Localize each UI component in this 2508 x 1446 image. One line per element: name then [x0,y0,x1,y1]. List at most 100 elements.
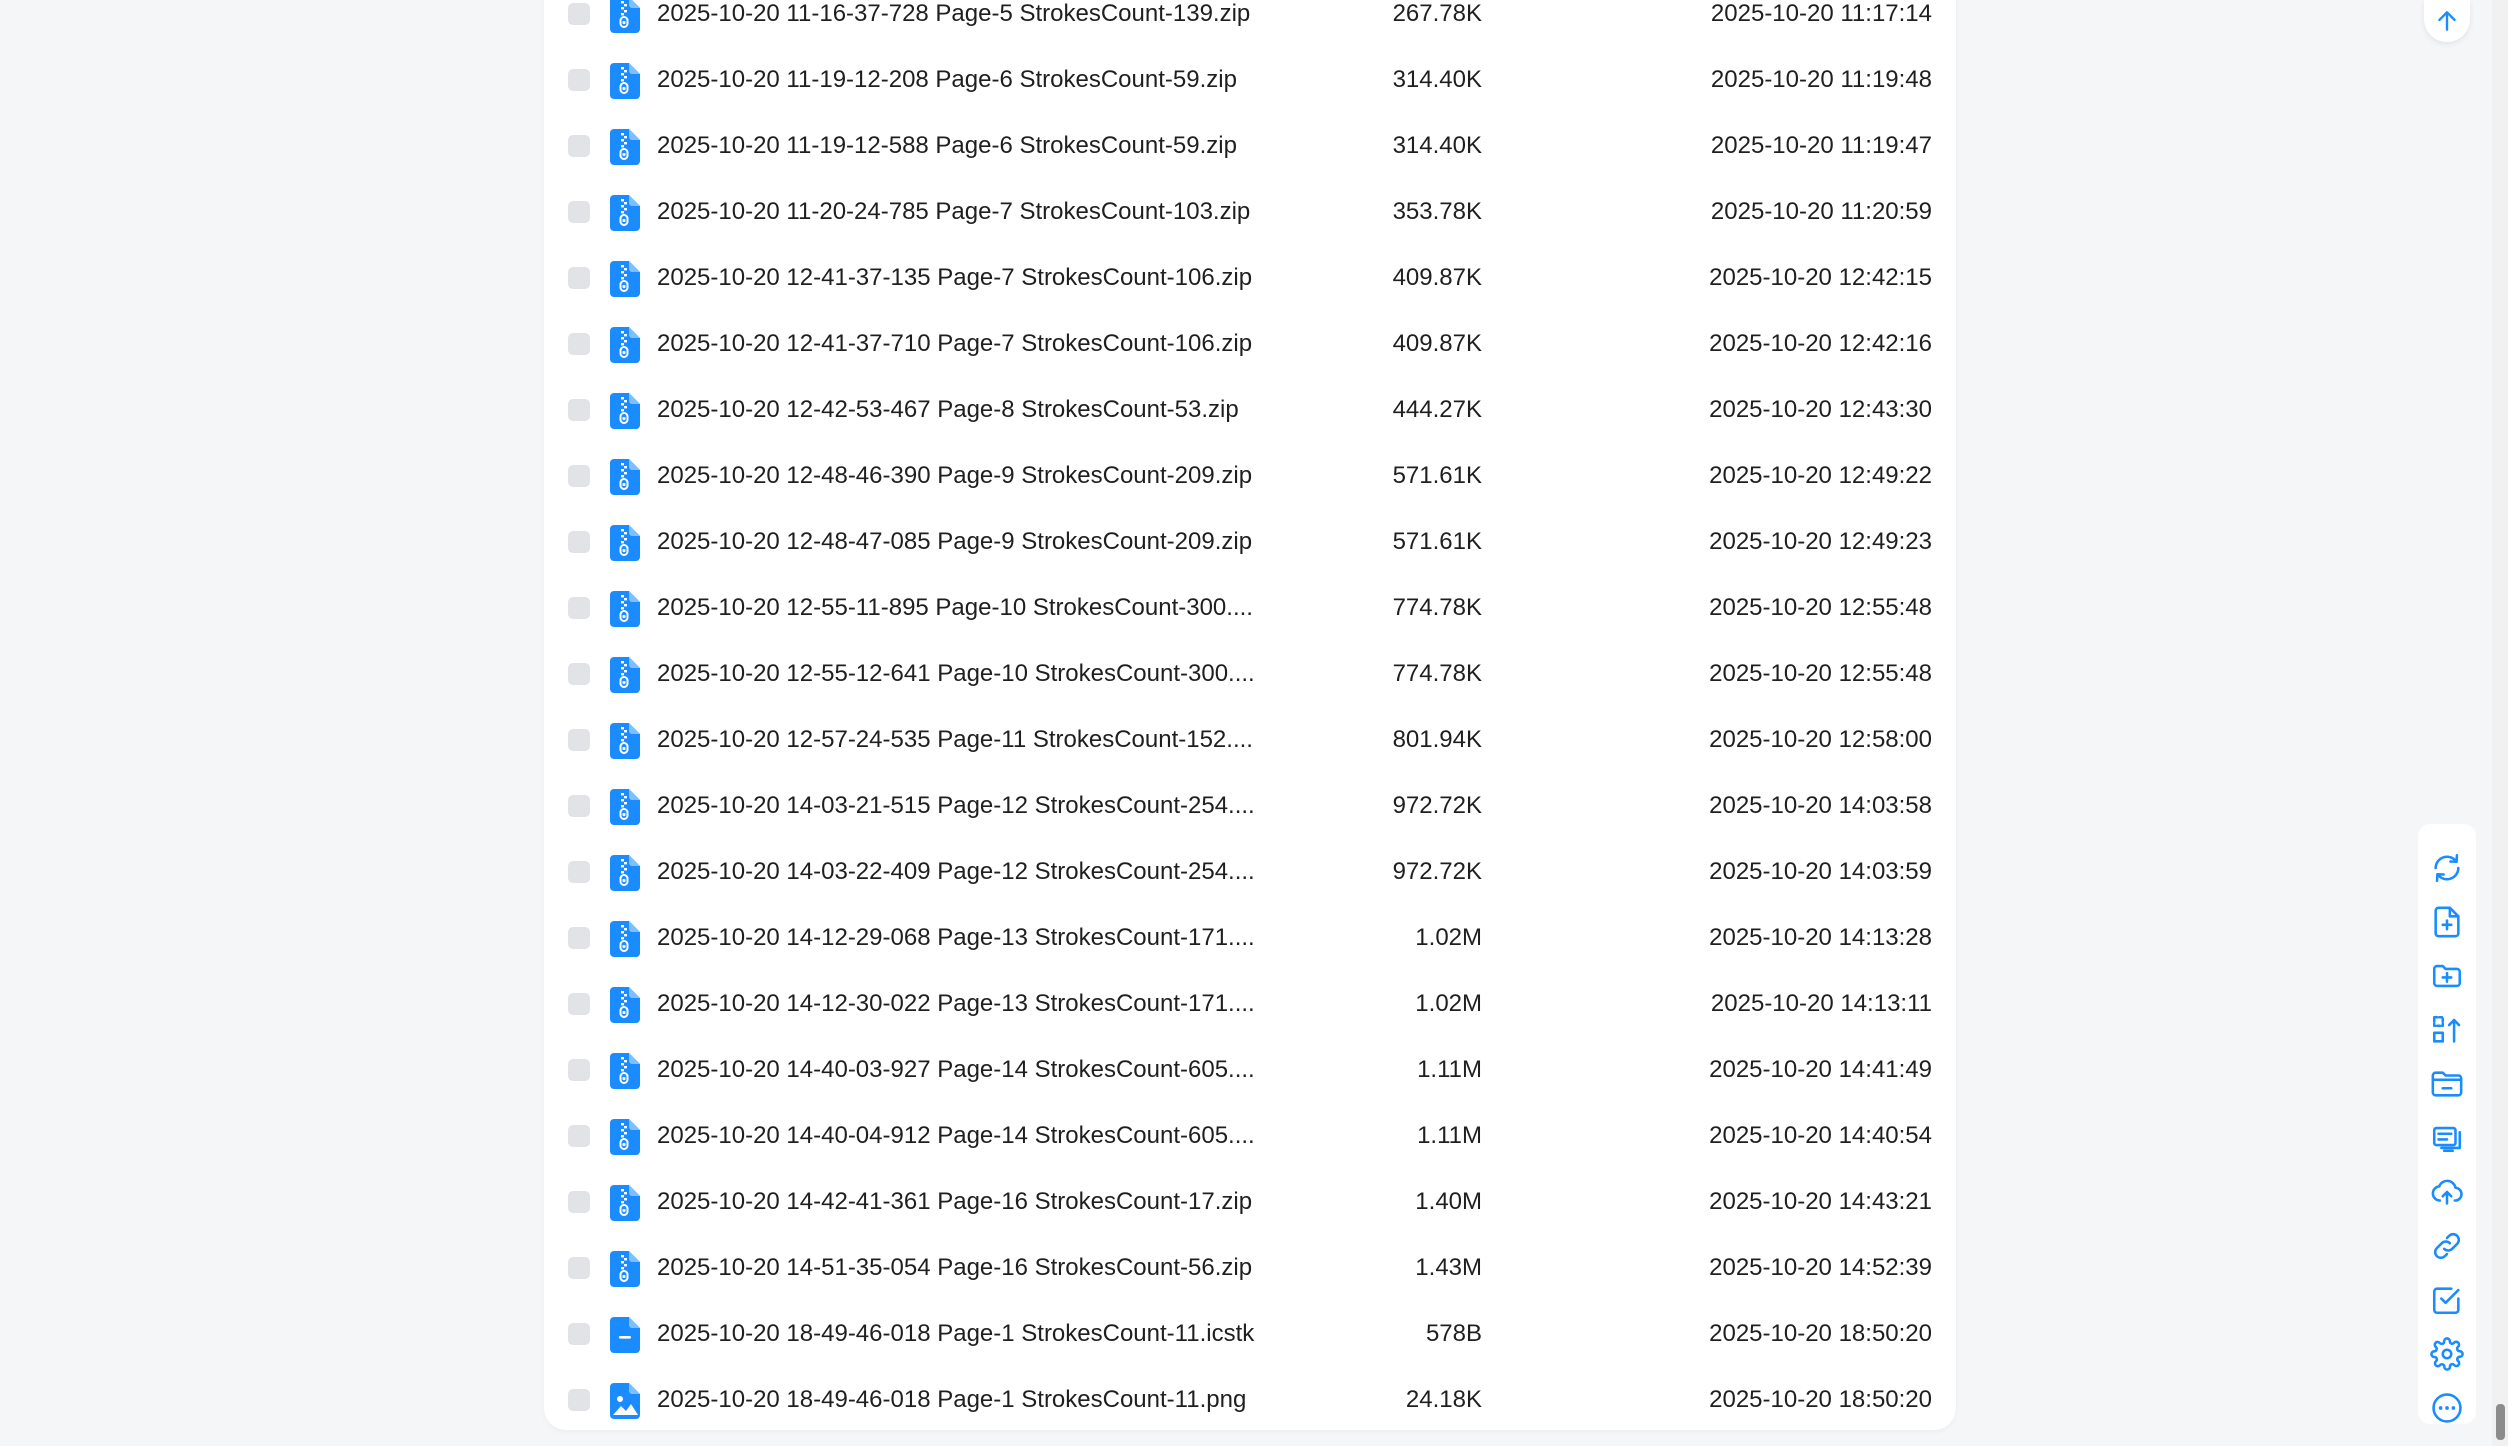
file-row[interactable]: 2025-10-20 18-49-46-018 Page-1 StrokesCo… [544,1366,1956,1430]
link-icon [2433,1232,2461,1260]
file-name[interactable]: 2025-10-20 11-16-37-728 Page-5 StrokesCo… [657,0,1250,30]
row-checkbox[interactable] [568,861,590,883]
file-modified-date: 2025-10-20 12:42:15 [1709,264,1932,291]
file-name[interactable]: 2025-10-20 18-49-46-018 Page-1 StrokesCo… [657,1384,1246,1416]
file-name[interactable]: 2025-10-20 12-55-12-641 Page-10 StrokesC… [657,658,1255,690]
file-modified-date: 2025-10-20 14:13:11 [1710,990,1932,1017]
row-checkbox[interactable] [568,135,590,157]
new-file-button[interactable] [2429,904,2465,940]
file-row[interactable]: 2025-10-20 12-42-53-467 Page-8 StrokesCo… [544,376,1956,442]
file-row[interactable]: 2025-10-20 12-57-24-535 Page-11 StrokesC… [544,706,1956,772]
file-row[interactable]: 2025-10-20 12-41-37-710 Page-7 StrokesCo… [544,310,1956,376]
file-row[interactable]: 2025-10-20 14-51-35-054 Page-16 StrokesC… [544,1234,1956,1300]
file-row[interactable]: 2025-10-20 11-19-12-208 Page-6 StrokesCo… [544,46,1956,112]
file-name[interactable]: 2025-10-20 12-48-46-390 Page-9 StrokesCo… [657,460,1252,492]
file-modified-date: 2025-10-20 18:50:20 [1709,1320,1932,1347]
row-checkbox[interactable] [568,399,590,421]
file-row[interactable]: 2025-10-20 12-55-11-895 Page-10 StrokesC… [544,574,1956,640]
file-name[interactable]: 2025-10-20 14-03-21-515 Page-12 StrokesC… [657,790,1255,822]
row-checkbox[interactable] [568,465,590,487]
zip-file-icon [610,525,640,561]
file-modified-date: 2025-10-20 12:58:00 [1709,726,1932,753]
file-row[interactable]: 2025-10-20 14-42-41-361 Page-16 StrokesC… [544,1168,1956,1234]
refresh-button[interactable] [2429,850,2465,886]
file-modified-date: 2025-10-20 14:52:39 [1709,1254,1932,1281]
zip-file-icon [610,1251,640,1287]
file-row[interactable]: 2025-10-20 12-55-12-641 Page-10 StrokesC… [544,640,1956,706]
file-name[interactable]: 2025-10-20 14-42-41-361 Page-16 StrokesC… [657,1186,1252,1218]
file-name[interactable]: 2025-10-20 11-19-12-208 Page-6 StrokesCo… [657,64,1237,96]
more-options-button[interactable] [2429,1390,2465,1426]
sort-button[interactable] [2429,1012,2465,1048]
zip-file-icon [610,129,640,165]
scrollbar-thumb[interactable] [2496,1404,2505,1440]
file-name[interactable]: 2025-10-20 14-40-04-912 Page-14 StrokesC… [657,1120,1255,1152]
row-checkbox[interactable] [568,333,590,355]
file-name[interactable]: 2025-10-20 14-51-35-054 Page-16 StrokesC… [657,1252,1252,1284]
row-checkbox[interactable] [568,267,590,289]
file-row[interactable]: 2025-10-20 18-49-46-018 Page-1 StrokesCo… [544,1300,1956,1366]
file-manager-page: 2025-10-20 11-16-37-728 Page-5 StrokesCo… [0,0,2508,1446]
file-name[interactable]: 2025-10-20 12-41-37-710 Page-7 StrokesCo… [657,328,1252,360]
file-row[interactable]: 2025-10-20 14-03-21-515 Page-12 StrokesC… [544,772,1956,838]
scroll-to-top-button[interactable] [2424,0,2470,42]
multi-window-button[interactable] [2429,1120,2465,1156]
row-checkbox[interactable] [568,531,590,553]
row-checkbox[interactable] [568,993,590,1015]
file-row[interactable]: 2025-10-20 11-20-24-785 Page-7 StrokesCo… [544,178,1956,244]
link-button[interactable] [2429,1228,2465,1264]
row-checkbox[interactable] [568,1389,590,1411]
row-checkbox[interactable] [568,1191,590,1213]
file-modified-date: 2025-10-20 11:19:47 [1710,132,1932,159]
file-name[interactable]: 2025-10-20 18-49-46-018 Page-1 StrokesCo… [657,1318,1254,1350]
file-name[interactable]: 2025-10-20 12-42-53-467 Page-8 StrokesCo… [657,394,1239,426]
new-folder-button[interactable] [2429,958,2465,994]
scrollbar-track[interactable] [2492,0,2508,1446]
file-row[interactable]: 2025-10-20 14-12-29-068 Page-13 StrokesC… [544,904,1956,970]
file-row[interactable]: 2025-10-20 11-16-37-728 Page-5 StrokesCo… [544,0,1956,46]
settings-button[interactable] [2429,1336,2465,1372]
file-name[interactable]: 2025-10-20 14-12-29-068 Page-13 StrokesC… [657,922,1255,954]
row-checkbox[interactable] [568,1059,590,1081]
file-name[interactable]: 2025-10-20 12-41-37-135 Page-7 StrokesCo… [657,262,1252,294]
new-folder-icon [2432,964,2462,988]
file-name[interactable]: 2025-10-20 14-12-30-022 Page-13 StrokesC… [657,988,1255,1020]
row-checkbox[interactable] [568,1257,590,1279]
row-checkbox[interactable] [568,69,590,91]
file-name[interactable]: 2025-10-20 12-48-47-085 Page-9 StrokesCo… [657,526,1252,558]
row-checkbox[interactable] [568,1125,590,1147]
file-row[interactable]: 2025-10-20 14-12-30-022 Page-13 StrokesC… [544,970,1956,1036]
file-row[interactable]: 2025-10-20 14-40-04-912 Page-14 StrokesC… [544,1102,1956,1168]
row-checkbox[interactable] [568,3,590,25]
file-size: 774.78K [1392,594,1482,621]
file-name[interactable]: 2025-10-20 12-57-24-535 Page-11 StrokesC… [657,724,1253,756]
folder-collapse-button[interactable] [2429,1066,2465,1102]
zip-file-icon [610,0,640,33]
file-row[interactable]: 2025-10-20 12-41-37-135 Page-7 StrokesCo… [544,244,1956,310]
file-row[interactable]: 2025-10-20 12-48-47-085 Page-9 StrokesCo… [544,508,1956,574]
file-row[interactable]: 2025-10-20 14-40-03-927 Page-14 StrokesC… [544,1036,1956,1102]
file-modified-date: 2025-10-20 14:13:28 [1709,924,1932,951]
file-row[interactable]: 2025-10-20 12-48-46-390 Page-9 StrokesCo… [544,442,1956,508]
file-name[interactable]: 2025-10-20 11-20-24-785 Page-7 StrokesCo… [657,196,1250,228]
select-button[interactable] [2429,1282,2465,1318]
file-name[interactable]: 2025-10-20 11-19-12-588 Page-6 StrokesCo… [657,130,1237,162]
row-checkbox[interactable] [568,795,590,817]
file-name[interactable]: 2025-10-20 12-55-11-895 Page-10 StrokesC… [657,592,1253,624]
row-checkbox[interactable] [568,729,590,751]
file-size: 314.40K [1392,132,1482,159]
row-checkbox[interactable] [568,201,590,223]
row-checkbox[interactable] [568,1323,590,1345]
row-checkbox[interactable] [568,663,590,685]
multi-window-icon [2432,1126,2462,1153]
file-size: 571.61K [1392,528,1482,555]
refresh-icon [2434,853,2460,883]
row-checkbox[interactable] [568,927,590,949]
file-row[interactable]: 2025-10-20 11-19-12-588 Page-6 StrokesCo… [544,112,1956,178]
file-row[interactable]: 2025-10-20 14-03-22-409 Page-12 StrokesC… [544,838,1956,904]
row-checkbox[interactable] [568,597,590,619]
file-name[interactable]: 2025-10-20 14-40-03-927 Page-14 StrokesC… [657,1054,1255,1086]
upload-button[interactable] [2429,1174,2465,1210]
file-name[interactable]: 2025-10-20 14-03-22-409 Page-12 StrokesC… [657,856,1255,888]
zip-file-icon [610,987,640,1023]
